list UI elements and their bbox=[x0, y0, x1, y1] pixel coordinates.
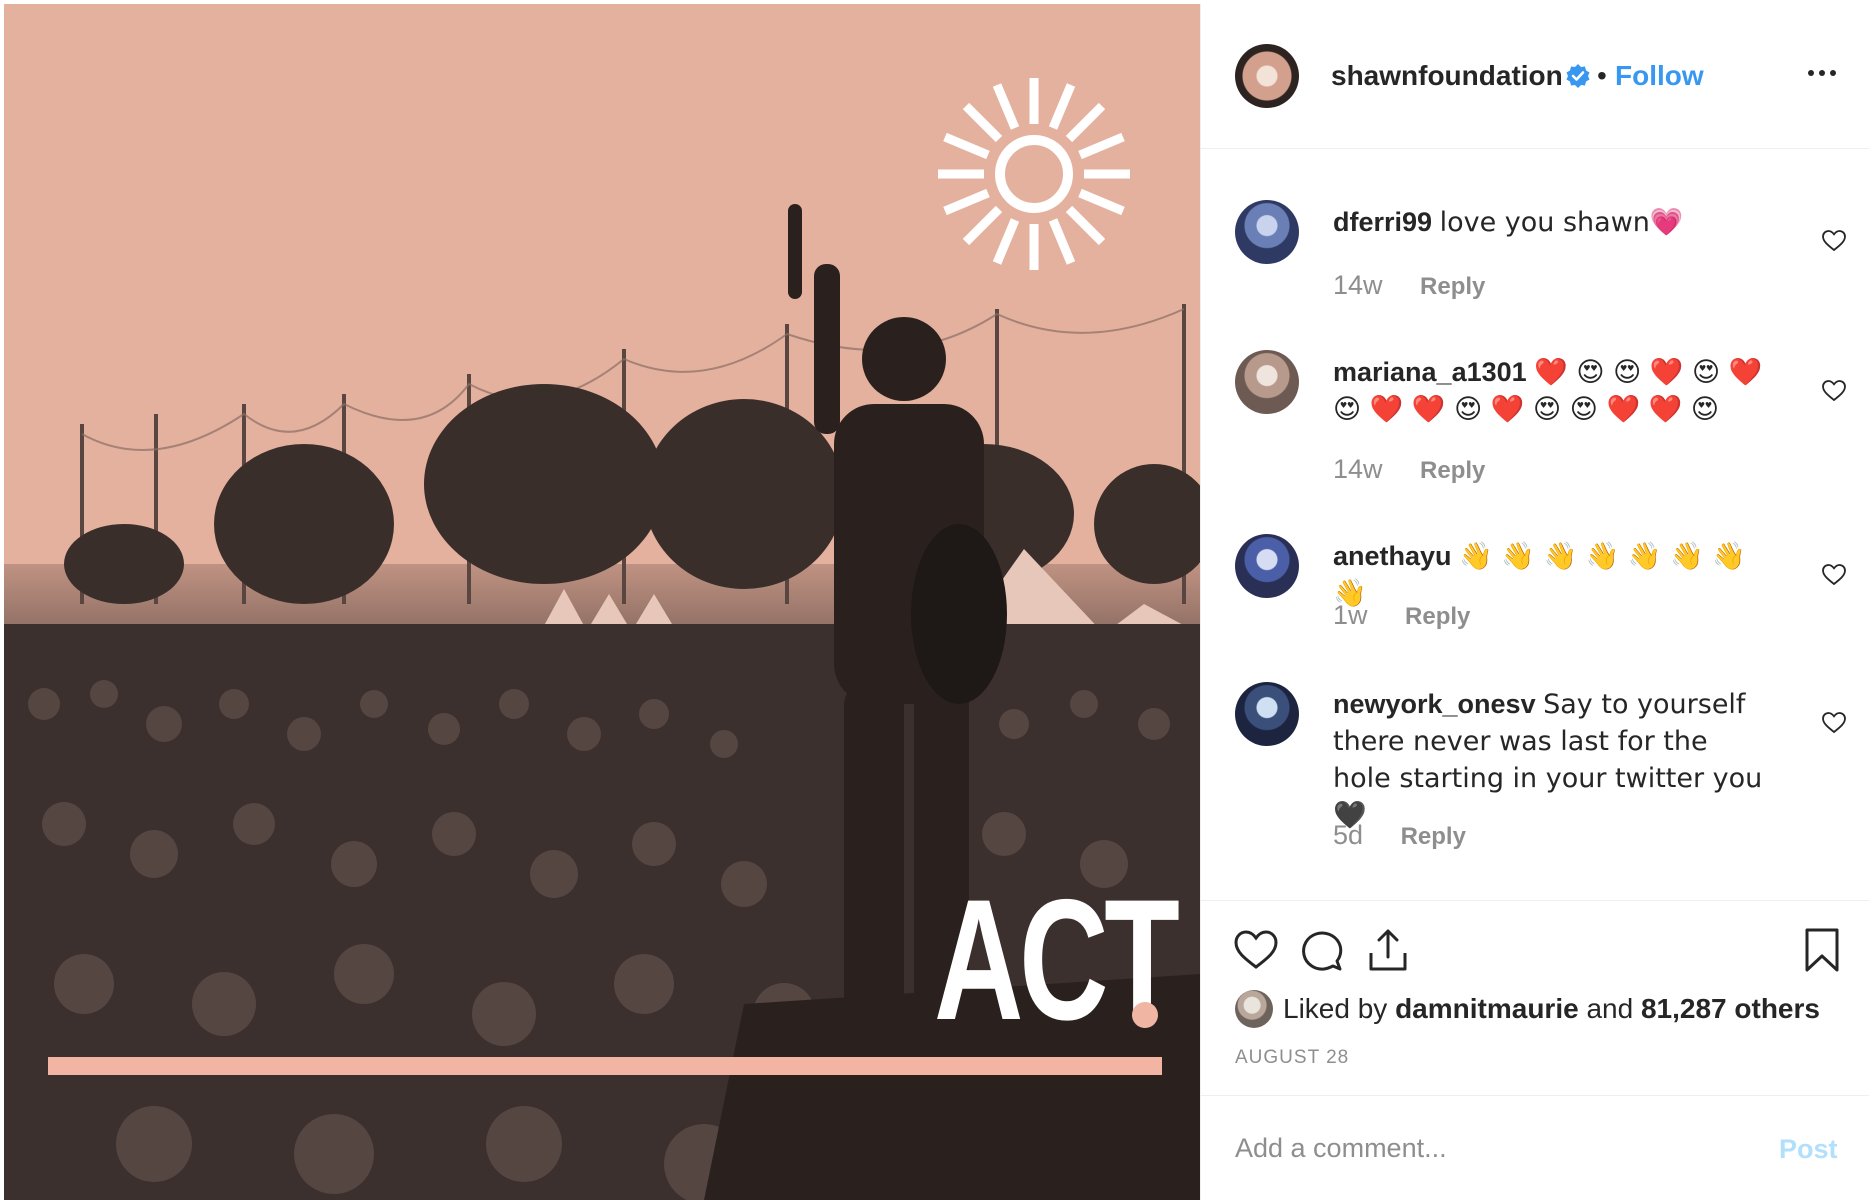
post-sidebar: shawnfoundation • Follow dferri99 love y… bbox=[1200, 4, 1869, 1200]
comments-list[interactable]: dferri99 love you shawn💗 14w Reply maria… bbox=[1201, 150, 1869, 900]
comment-text: dferri99 love you shawn💗 bbox=[1333, 204, 1763, 241]
heart-icon[interactable] bbox=[1231, 925, 1281, 975]
comment-meta: 14w Reply bbox=[1333, 454, 1485, 485]
comment-bubble-icon[interactable] bbox=[1297, 925, 1347, 975]
likes-summary[interactable]: Liked by damnitmaurie and 81,287 others bbox=[1235, 989, 1820, 1029]
likes-count[interactable]: 81,287 others bbox=[1641, 993, 1820, 1024]
comment-body: love you shawn💗 bbox=[1439, 207, 1684, 238]
likes-prefix: Liked by bbox=[1283, 993, 1396, 1024]
add-comment-bar: Post bbox=[1201, 1095, 1869, 1200]
comment-username[interactable]: mariana_a1301 bbox=[1333, 357, 1527, 387]
comment-input[interactable] bbox=[1235, 1126, 1755, 1170]
liker-avatar[interactable] bbox=[1235, 990, 1273, 1028]
more-options-icon[interactable] bbox=[1805, 56, 1839, 90]
post-comment-button[interactable]: Post bbox=[1779, 1134, 1838, 1165]
comment-time[interactable]: 1w bbox=[1333, 600, 1368, 630]
share-icon[interactable] bbox=[1363, 925, 1413, 975]
comment-avatar[interactable] bbox=[1235, 350, 1299, 414]
post-actions: Liked by damnitmaurie and 81,287 others … bbox=[1201, 900, 1869, 1095]
reply-button[interactable]: Reply bbox=[1401, 823, 1466, 850]
act-overlay-dot bbox=[1132, 1002, 1158, 1028]
comment-like-icon[interactable] bbox=[1821, 562, 1847, 588]
comment-like-icon[interactable] bbox=[1821, 710, 1847, 736]
comment-meta: 14w Reply bbox=[1333, 270, 1485, 301]
comment-time[interactable]: 14w bbox=[1333, 454, 1383, 484]
comment-time[interactable]: 5d bbox=[1333, 820, 1363, 850]
comment-like-icon[interactable] bbox=[1821, 228, 1847, 254]
accent-bar bbox=[48, 1057, 1162, 1075]
header-username[interactable]: shawnfoundation bbox=[1331, 60, 1563, 92]
comment-username[interactable]: newyork_onesv bbox=[1333, 689, 1536, 719]
comment-text: newyork_onesv Say to yourself there neve… bbox=[1333, 686, 1763, 834]
verified-badge-icon bbox=[1566, 64, 1590, 88]
comment-avatar[interactable] bbox=[1235, 534, 1299, 598]
comment-avatar[interactable] bbox=[1235, 682, 1299, 746]
comment-meta: 5d Reply bbox=[1333, 820, 1466, 851]
comment-username[interactable]: dferri99 bbox=[1333, 207, 1432, 237]
comment-like-icon[interactable] bbox=[1821, 378, 1847, 404]
profile-avatar[interactable] bbox=[1235, 44, 1299, 108]
comment-meta: 1w Reply bbox=[1333, 600, 1470, 631]
post-date[interactable]: AUGUST 28 bbox=[1235, 1047, 1349, 1069]
comment-avatar[interactable] bbox=[1235, 200, 1299, 264]
post-header: shawnfoundation • Follow bbox=[1201, 4, 1869, 149]
likes-middle: and bbox=[1578, 993, 1641, 1024]
likes-text: Liked by damnitmaurie and 81,287 others bbox=[1283, 993, 1820, 1025]
post-image[interactable]: ACT bbox=[4, 4, 1200, 1200]
reply-button[interactable]: Reply bbox=[1420, 457, 1485, 484]
comment-time[interactable]: 14w bbox=[1333, 270, 1383, 300]
follow-button[interactable]: Follow bbox=[1615, 60, 1704, 92]
header-separator: • bbox=[1597, 60, 1607, 91]
liker-username[interactable]: damnitmaurie bbox=[1395, 993, 1579, 1024]
comment-text: mariana_a1301 ❤️ 😍 😍 ❤️ 😍 ❤️ 😍 ❤️ ❤️ 😍 ❤… bbox=[1333, 354, 1763, 428]
reply-button[interactable]: Reply bbox=[1405, 603, 1470, 630]
bookmark-icon[interactable] bbox=[1797, 925, 1847, 975]
comment-username[interactable]: anethayu bbox=[1333, 541, 1452, 571]
reply-button[interactable]: Reply bbox=[1420, 273, 1485, 300]
